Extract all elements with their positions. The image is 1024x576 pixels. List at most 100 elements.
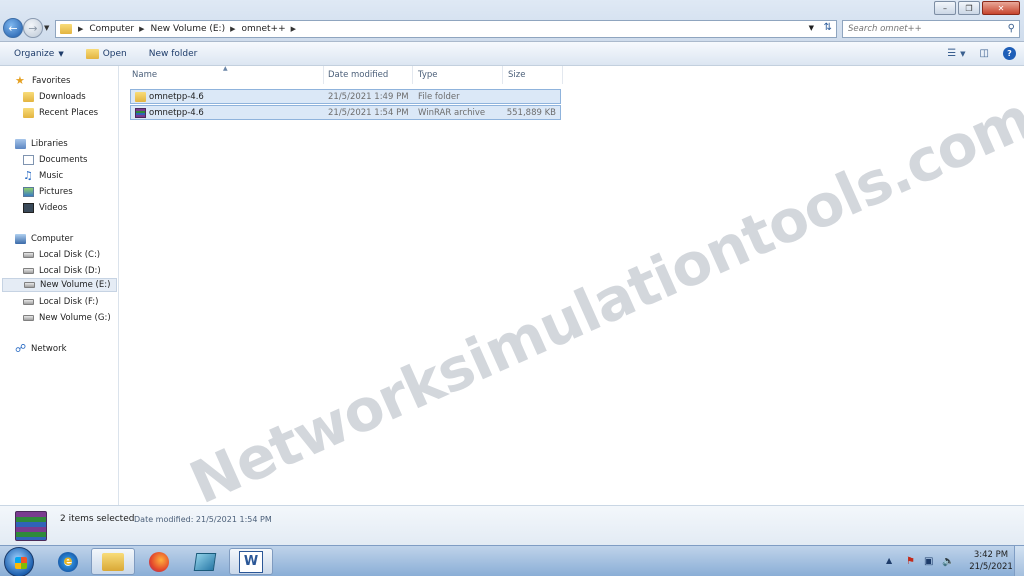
disk-drive-icon <box>23 268 34 274</box>
column-header-label: Type <box>418 70 438 80</box>
show-desktop-button[interactable] <box>1014 546 1024 576</box>
chevron-right-icon[interactable]: ▶ <box>78 25 83 33</box>
sidebar-item-label: New Volume (G:) <box>39 313 111 323</box>
search-box[interactable]: ⚲ <box>842 20 1020 38</box>
search-input[interactable] <box>848 24 998 34</box>
restore-button[interactable]: ❐ <box>958 1 980 15</box>
open-button[interactable]: Open <box>85 48 127 59</box>
taskbar-firefox[interactable] <box>137 548 181 575</box>
column-header-label: Name <box>132 70 158 80</box>
taskbar-word[interactable]: W <box>229 548 273 575</box>
sidebar-item-videos[interactable]: Videos <box>23 201 67 215</box>
sidebar-item-recent-places[interactable]: Recent Places <box>23 106 98 120</box>
word-icon: W <box>239 550 263 573</box>
file-row[interactable]: omnetpp-4.6 21/5/2021 1:54 PM WinRAR arc… <box>130 105 561 120</box>
arrow-right-icon: → <box>28 21 38 35</box>
organize-button[interactable]: Organize ▼ <box>14 49 64 59</box>
sidebar-item-downloads[interactable]: Downloads <box>23 90 86 104</box>
close-button[interactable]: ✕ <box>982 1 1020 15</box>
taskbar-internet-explorer[interactable]: e <box>46 548 90 575</box>
selection-count: 2 items selected <box>60 514 135 524</box>
column-header-type[interactable]: Type <box>415 66 503 84</box>
system-clock[interactable]: 3:42 PM 21/5/2021 <box>968 550 1014 572</box>
chevron-right-icon[interactable]: ▶ <box>139 25 144 33</box>
breadcrumb-new-volume-e[interactable]: New Volume (E:) <box>151 24 226 34</box>
sidebar-item-label: Recent Places <box>39 108 99 118</box>
window-controls: – ❐ ✕ <box>932 1 1020 15</box>
sidebar-item-new-volume-g[interactable]: New Volume (G:) <box>23 311 111 325</box>
file-size: 551,889 KB <box>506 107 556 118</box>
sidebar-item-local-disk-c[interactable]: Local Disk (C:) <box>23 248 100 262</box>
breadcrumb-omnet[interactable]: omnet++ <box>242 24 286 34</box>
computer-icon <box>15 234 26 244</box>
folder-icon <box>60 24 72 34</box>
music-note-icon: ♫ <box>23 169 33 182</box>
sidebar-item-label: Local Disk (C:) <box>39 250 101 260</box>
open-folder-icon <box>85 48 99 59</box>
column-header-size[interactable]: Size <box>505 66 563 84</box>
taskbar-virtualbox[interactable] <box>183 548 227 575</box>
libraries-icon <box>15 139 26 149</box>
winrar-archive-icon <box>135 108 146 118</box>
sidebar-item-computer[interactable]: Computer <box>15 232 73 246</box>
forward-button[interactable]: → <box>23 18 43 38</box>
network-status-icon[interactable]: ▣ <box>924 556 933 567</box>
view-options-chevron-icon[interactable]: ▼ <box>960 50 965 58</box>
sidebar-item-pictures[interactable]: Pictures <box>23 185 73 199</box>
preview-pane-icon[interactable]: ◫ <box>980 48 989 59</box>
clock-time: 3:42 PM <box>973 550 1009 560</box>
sidebar-item-label: Local Disk (D:) <box>39 266 101 276</box>
file-row[interactable]: omnetpp-4.6 21/5/2021 1:49 PM File folde… <box>130 89 561 104</box>
sidebar-item-local-disk-d[interactable]: Local Disk (D:) <box>23 264 101 278</box>
show-hidden-icons-icon[interactable]: ▲ <box>886 556 892 565</box>
search-icon[interactable]: ⚲ <box>1008 23 1015 34</box>
videos-icon <box>23 203 34 213</box>
back-button[interactable]: ← <box>3 18 23 38</box>
breadcrumb-computer[interactable]: Computer <box>89 24 134 34</box>
new-folder-button[interactable]: New folder <box>149 49 198 59</box>
address-bar[interactable]: ▶ Computer ▶ New Volume (E:) ▶ omnet++ ▶… <box>55 20 837 38</box>
star-icon: ★ <box>15 74 25 87</box>
pictures-icon <box>23 187 34 197</box>
sidebar-item-libraries[interactable]: Libraries <box>15 137 68 151</box>
windows-logo-icon <box>15 557 27 569</box>
action-center-flag-icon[interactable]: ⚑ <box>906 556 915 567</box>
sidebar-item-label: Downloads <box>39 92 86 102</box>
volume-icon[interactable]: 🔈 <box>942 556 954 567</box>
column-header-name[interactable]: Name <box>129 66 324 84</box>
watermark: Networksimulationtools.com <box>180 83 1024 518</box>
minimize-button[interactable]: – <box>934 1 956 15</box>
sidebar-item-music[interactable]: ♫ Music <box>23 169 63 183</box>
clock-date: 21/5/2021 <box>969 562 1013 572</box>
sidebar-item-new-volume-e[interactable]: New Volume (E:) <box>2 278 117 292</box>
sidebar-item-favorites[interactable]: ★ Favorites <box>15 74 70 88</box>
change-view-icon[interactable]: ☰ <box>947 48 956 59</box>
chevron-right-icon[interactable]: ▶ <box>291 25 296 33</box>
file-date: 21/5/2021 1:54 PM <box>328 107 409 118</box>
address-dropdown-icon[interactable]: ▼ <box>809 24 814 32</box>
sidebar-item-label: Documents <box>39 155 88 165</box>
refresh-icon[interactable]: ⇅ <box>824 22 832 33</box>
sidebar-item-documents[interactable]: Documents <box>23 153 87 167</box>
folder-icon <box>135 92 146 102</box>
system-tray: ▲ ⚑ ▣ 🔈 3:42 PM 21/5/2021 <box>872 546 1024 576</box>
column-header-date-modified[interactable]: Date modified <box>325 66 413 84</box>
arrow-left-icon: ← <box>8 21 18 35</box>
documents-icon <box>23 155 34 165</box>
recent-pages-dropdown[interactable]: ▼ <box>44 24 49 32</box>
open-label: Open <box>102 48 127 59</box>
start-button[interactable] <box>4 547 34 576</box>
sidebar-item-label: Videos <box>39 203 68 213</box>
sidebar-item-label: Libraries <box>31 139 68 149</box>
sidebar-item-local-disk-f[interactable]: Local Disk (F:) <box>23 295 98 309</box>
sidebar-item-label: Pictures <box>39 187 73 197</box>
file-name: omnetpp-4.6 <box>149 91 204 102</box>
chevron-right-icon[interactable]: ▶ <box>230 25 235 33</box>
taskbar-windows-explorer[interactable] <box>91 548 135 575</box>
sidebar-item-network[interactable]: ☍ Network <box>15 342 67 356</box>
help-icon[interactable]: ? <box>1003 47 1016 60</box>
command-toolbar: Organize ▼ Open New folder ☰ ▼ ◫ ? <box>0 42 1024 66</box>
disk-drive-icon <box>23 315 34 321</box>
title-bar: – ❐ ✕ ← → ▼ ▶ Computer ▶ New Volume (E:)… <box>0 0 1024 42</box>
column-header-label: Date modified <box>328 70 389 80</box>
